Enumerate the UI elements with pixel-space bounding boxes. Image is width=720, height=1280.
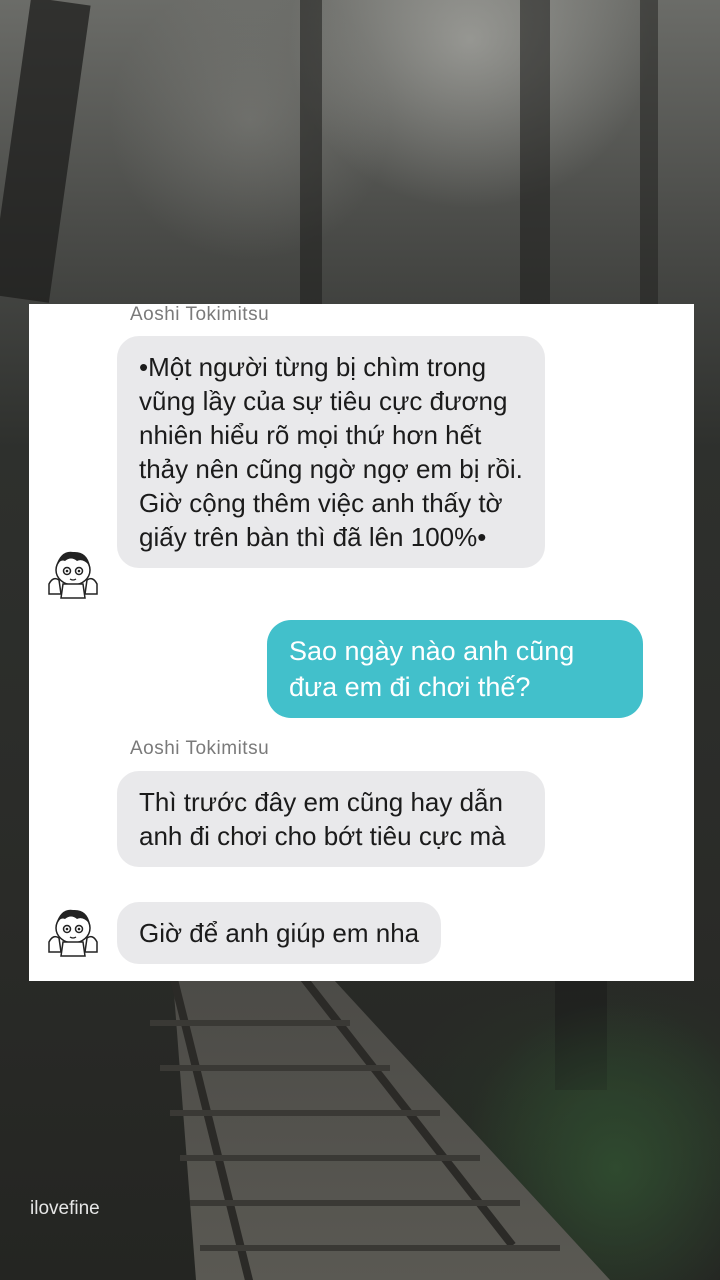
sender-name: Aoshi Tokimitsu <box>130 304 270 325</box>
watermark: ilovefine <box>30 1198 100 1219</box>
incoming-message-bubble[interactable]: •Một người từng bị chìm trong vũng lầy c… <box>117 336 545 568</box>
anime-boy-avatar-icon[interactable] <box>43 544 103 602</box>
incoming-message-bubble[interactable]: Giờ để anh giúp em nha <box>117 902 442 964</box>
sender-name: Aoshi Tokimitsu <box>130 738 270 759</box>
incoming-message-bubble[interactable]: Thì trước đây em cũng hay dẫn anh đi chơ… <box>117 771 545 867</box>
anime-boy-avatar-icon[interactable] <box>43 902 103 960</box>
outgoing-message-bubble[interactable]: Sao ngày nào anh cũng đưa em đi chơi thế… <box>267 620 643 718</box>
chat-card: Aoshi Tokimitsu •Một người từng bị chìm … <box>29 304 694 981</box>
railway-track <box>0 980 720 1280</box>
